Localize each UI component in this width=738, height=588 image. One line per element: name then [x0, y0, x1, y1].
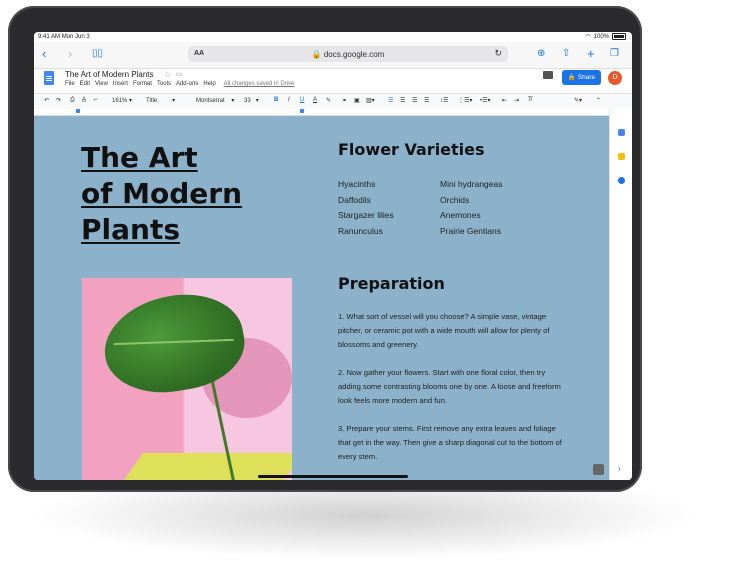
- font-select[interactable]: Montserrat ▾: [196, 97, 234, 104]
- redo-icon[interactable]: ↷: [56, 97, 61, 104]
- align-left-icon[interactable]: ☰: [388, 97, 393, 104]
- line-spacing-icon[interactable]: ↕☰: [440, 97, 448, 104]
- list-item: Stargazer lilies: [338, 210, 394, 220]
- link-icon[interactable]: ⚭: [342, 97, 347, 104]
- calendar-icon[interactable]: [618, 129, 625, 136]
- underline-button[interactable]: U: [300, 97, 304, 103]
- docs-header: The Art of Modern Plants ☆ ▭ File Edit V…: [34, 69, 632, 91]
- undo-icon[interactable]: ↶: [44, 97, 49, 104]
- screen: 9:41 AM Mon Jun 3 ◠ 100% ‹ › ▯▯ AA 🔒 doc…: [34, 32, 632, 480]
- list-item: Mini hydrangeas: [440, 179, 503, 189]
- heading-line-2: of Modern: [81, 177, 243, 210]
- side-panel: [609, 109, 632, 480]
- text-color-button[interactable]: A: [313, 97, 317, 103]
- varieties-heading: Flower Varieties: [338, 140, 485, 159]
- forward-icon[interactable]: ›: [68, 47, 72, 61]
- varieties-column-1: Hyacinths Daffodils Stargazer lilies Ran…: [338, 177, 394, 239]
- downloads-icon[interactable]: ⊕: [537, 47, 545, 61]
- menu-addons[interactable]: Add-ons: [176, 81, 198, 87]
- folder-icon[interactable]: ▭: [176, 70, 183, 78]
- italic-button[interactable]: I: [288, 97, 290, 103]
- comment-add-icon[interactable]: ▣: [354, 97, 360, 104]
- align-right-icon[interactable]: ☰: [412, 97, 417, 104]
- reload-icon[interactable]: ↻: [494, 48, 502, 59]
- menu-insert[interactable]: Insert: [113, 81, 128, 87]
- editing-mode-icon[interactable]: ✎▾: [574, 97, 582, 104]
- ipad-device: 9:41 AM Mon Jun 3 ◠ 100% ‹ › ▯▯ AA 🔒 doc…: [8, 6, 642, 492]
- menu-bar: File Edit View Insert Format Tools Add-o…: [65, 81, 294, 87]
- list-item: Anemones: [440, 210, 481, 220]
- menu-help[interactable]: Help: [203, 81, 215, 87]
- font-size-select[interactable]: 33 ▾: [244, 97, 259, 104]
- save-status[interactable]: All changes saved in Drive: [224, 81, 295, 87]
- menu-edit[interactable]: Edit: [80, 81, 90, 87]
- align-center-icon[interactable]: ☰: [400, 97, 405, 104]
- format-toolbar: ↶ ↷ ⎙ A̲ ⌐ 161% ▾ Title ▾ Montserrat ▾ 3…: [34, 93, 632, 110]
- url-text: 🔒 docs.google.com: [311, 50, 385, 59]
- preparation-steps: 1. What sort of vessel will you choose? …: [338, 310, 568, 478]
- paint-format-icon[interactable]: ⌐: [94, 97, 98, 103]
- spellcheck-icon[interactable]: A̲: [82, 97, 86, 103]
- address-bar[interactable]: AA 🔒 docs.google.com ↻: [188, 46, 508, 62]
- status-time: 9:41 AM Mon Jun 3: [38, 34, 90, 40]
- print-icon[interactable]: ⎙: [70, 97, 75, 104]
- explore-button[interactable]: [593, 464, 604, 475]
- varieties-column-2: Mini hydrangeas Orchids Anemones Prairie…: [440, 177, 502, 239]
- bookmarks-icon[interactable]: ▯▯: [92, 47, 103, 61]
- image-icon[interactable]: ▨▾: [366, 97, 375, 104]
- tabs-icon[interactable]: ❐: [610, 47, 619, 61]
- ruler[interactable]: [34, 109, 609, 116]
- status-right: ◠ 100%: [585, 33, 626, 40]
- prep-step-2: 2. Now gather your flowers. Start with o…: [338, 368, 561, 405]
- increase-indent-icon[interactable]: ⇥: [514, 97, 519, 104]
- browser-toolbar: ‹ › ▯▯ AA 🔒 docs.google.com ↻ ⊕ ⇧ + ❐: [34, 42, 632, 69]
- align-justify-icon[interactable]: ☰: [424, 97, 429, 104]
- list-item: Prairie Gentians: [440, 225, 501, 236]
- comment-icon[interactable]: [543, 71, 553, 79]
- avatar[interactable]: D: [608, 71, 622, 85]
- bullet-list-icon[interactable]: •☰▾: [480, 97, 491, 104]
- wifi-icon: ◠: [585, 34, 591, 40]
- prep-step-1: 1. What sort of vessel will you choose? …: [338, 312, 550, 349]
- heading-line-1: The Art: [81, 141, 198, 174]
- clear-format-icon[interactable]: T̸: [528, 97, 532, 103]
- numbered-list-icon[interactable]: ⋮☰▾: [458, 97, 472, 104]
- document-heading: The Art of Modern Plants: [81, 140, 281, 248]
- keep-icon[interactable]: [618, 153, 625, 160]
- ruler-tab-marker[interactable]: [300, 109, 304, 113]
- bold-button[interactable]: B: [274, 97, 278, 103]
- document-title[interactable]: The Art of Modern Plants: [65, 70, 154, 79]
- menu-view[interactable]: View: [95, 81, 108, 87]
- share-button[interactable]: 🔒 Share: [562, 70, 601, 85]
- collapse-toolbar-icon[interactable]: ⌃: [596, 97, 601, 104]
- monstera-leaf-image[interactable]: [82, 278, 292, 480]
- tasks-icon[interactable]: [618, 177, 625, 184]
- battery-percent: 100%: [593, 33, 609, 40]
- menu-file[interactable]: File: [65, 81, 75, 87]
- battery-icon: [612, 33, 626, 40]
- list-item: Hyacinths: [338, 179, 376, 189]
- docs-logo-icon[interactable]: [44, 71, 54, 85]
- highlight-icon[interactable]: ✎: [326, 97, 331, 104]
- style-select[interactable]: Title ▾: [146, 97, 175, 104]
- status-bar: 9:41 AM Mon Jun 3 ◠ 100%: [34, 32, 632, 42]
- decrease-indent-icon[interactable]: ⇤: [502, 97, 507, 104]
- heading-line-3: Plants: [81, 213, 180, 246]
- home-indicator[interactable]: [258, 475, 408, 478]
- share-sheet-icon[interactable]: ⇧: [562, 47, 570, 61]
- ruler-left-indent-marker[interactable]: [76, 109, 80, 113]
- list-item: Daffodils: [338, 194, 371, 205]
- star-icon[interactable]: ☆: [164, 70, 171, 79]
- list-item: Orchids: [440, 194, 470, 205]
- document-page[interactable]: The Art of Modern Plants Flower Varietie…: [34, 116, 609, 480]
- menu-tools[interactable]: Tools: [157, 81, 171, 87]
- zoom-select[interactable]: 161% ▾: [112, 97, 132, 104]
- prep-step-3: 3. Prepare your stems. First remove any …: [338, 424, 562, 461]
- back-icon[interactable]: ‹: [42, 47, 46, 61]
- list-item: Ranunculus: [338, 225, 383, 236]
- preparation-heading: Preparation: [338, 274, 445, 293]
- new-tab-icon[interactable]: +: [587, 47, 595, 61]
- side-panel-toggle-icon[interactable]: ›: [618, 464, 621, 473]
- menu-format[interactable]: Format: [133, 81, 152, 87]
